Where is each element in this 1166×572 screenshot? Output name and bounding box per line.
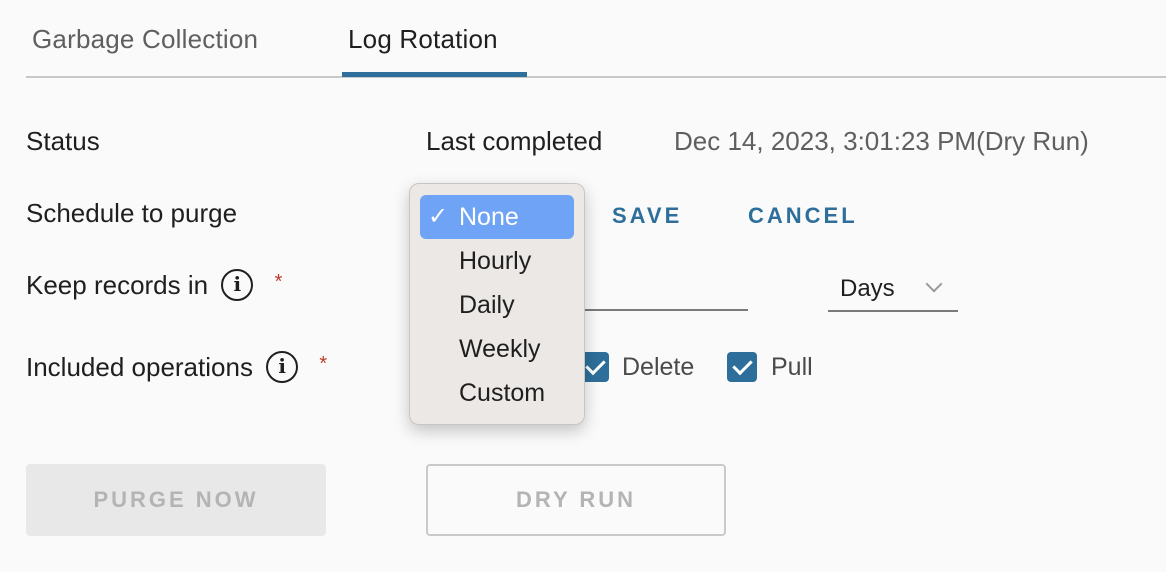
menu-option-label: Daily <box>459 291 515 319</box>
menu-option-none[interactable]: ✓ None <box>420 195 574 239</box>
tab-garbage-collection[interactable]: Garbage Collection <box>32 24 258 55</box>
menu-option-label: Hourly <box>459 247 532 275</box>
delete-checkbox-label: Delete <box>622 353 695 381</box>
pull-checkbox[interactable] <box>727 352 757 382</box>
cancel-button[interactable]: CANCEL <box>748 203 858 229</box>
included-operations-label: Included operations <box>26 352 253 382</box>
menu-option-label: Custom <box>459 379 546 407</box>
unit-select-value: Days <box>840 275 895 302</box>
menu-option-label: Weekly <box>459 335 541 363</box>
status-label: Status <box>26 126 100 156</box>
tab-bar: Garbage Collection Log Rotation <box>26 0 1166 78</box>
keep-records-input[interactable] <box>584 309 748 311</box>
chevron-down-icon <box>925 275 943 293</box>
last-completed-value: Dec 14, 2023, 3:01:23 PM(Dry Run) <box>674 126 1089 156</box>
keep-records-row: Keep records in i * <box>26 269 283 302</box>
checkmark-icon: ✓ <box>428 203 449 230</box>
menu-option-label: None <box>459 203 519 231</box>
log-rotation-page: Garbage Collection Log Rotation Status L… <box>0 0 1166 572</box>
menu-option-weekly[interactable]: Weekly <box>420 327 574 371</box>
required-marker: * <box>319 353 328 375</box>
tab-log-rotation[interactable]: Log Rotation <box>348 24 498 55</box>
active-tab-indicator <box>342 72 527 77</box>
save-button[interactable]: SAVE <box>612 203 682 229</box>
menu-option-hourly[interactable]: Hourly <box>420 239 574 283</box>
purge-now-button[interactable]: PURGE NOW <box>26 464 326 536</box>
keep-records-label: Keep records in <box>26 270 209 300</box>
dry-run-button[interactable]: DRY RUN <box>426 464 726 536</box>
unit-select[interactable]: Days <box>828 272 958 312</box>
schedule-dropdown-menu: ✓ None Hourly Daily Weekly Custom <box>409 183 585 425</box>
info-icon[interactable]: i <box>221 269 254 302</box>
included-operations-row: Included operations i * <box>26 351 328 384</box>
menu-option-daily[interactable]: Daily <box>420 283 574 327</box>
info-icon[interactable]: i <box>266 351 299 384</box>
menu-option-custom[interactable]: Custom <box>420 371 574 415</box>
last-completed-label: Last completed <box>426 126 603 156</box>
schedule-label: Schedule to purge <box>26 198 238 228</box>
required-marker: * <box>274 271 283 293</box>
pull-checkbox-label: Pull <box>771 353 813 381</box>
